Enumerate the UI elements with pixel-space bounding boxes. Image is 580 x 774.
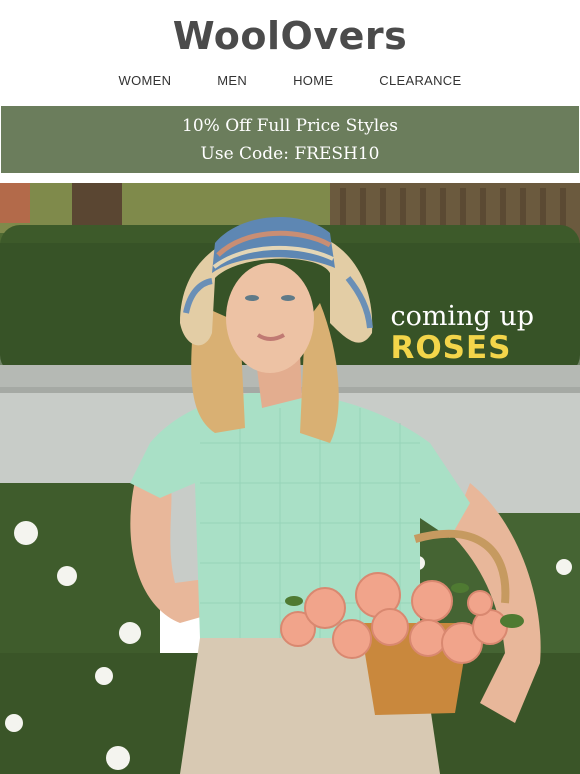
nav-item-clearance[interactable]: CLEARANCE bbox=[379, 73, 461, 88]
nav-item-men[interactable]: MEN bbox=[217, 73, 247, 88]
hero-headline: coming up ROSES bbox=[390, 301, 534, 366]
nav-item-women[interactable]: WOMEN bbox=[119, 73, 172, 88]
hero-banner[interactable]: coming up ROSES bbox=[0, 183, 580, 774]
nav-item-home[interactable]: HOME bbox=[293, 73, 333, 88]
promo-banner[interactable]: 10% Off Full Price Styles Use Code: FRES… bbox=[1, 106, 579, 173]
main-nav: WOMEN MEN HOME CLEARANCE bbox=[0, 73, 580, 88]
promo-line-discount: 10% Off Full Price Styles bbox=[182, 116, 398, 136]
hero-headline-line2: ROSES bbox=[390, 330, 512, 366]
email-header: WoolOvers WOMEN MEN HOME CLEARANCE bbox=[0, 0, 580, 106]
hero-headline-line1: coming up bbox=[390, 301, 534, 332]
hero-image bbox=[0, 183, 580, 774]
brand-logo[interactable]: WoolOvers bbox=[0, 14, 580, 58]
promo-line-code: Use Code: FRESH10 bbox=[200, 144, 380, 164]
